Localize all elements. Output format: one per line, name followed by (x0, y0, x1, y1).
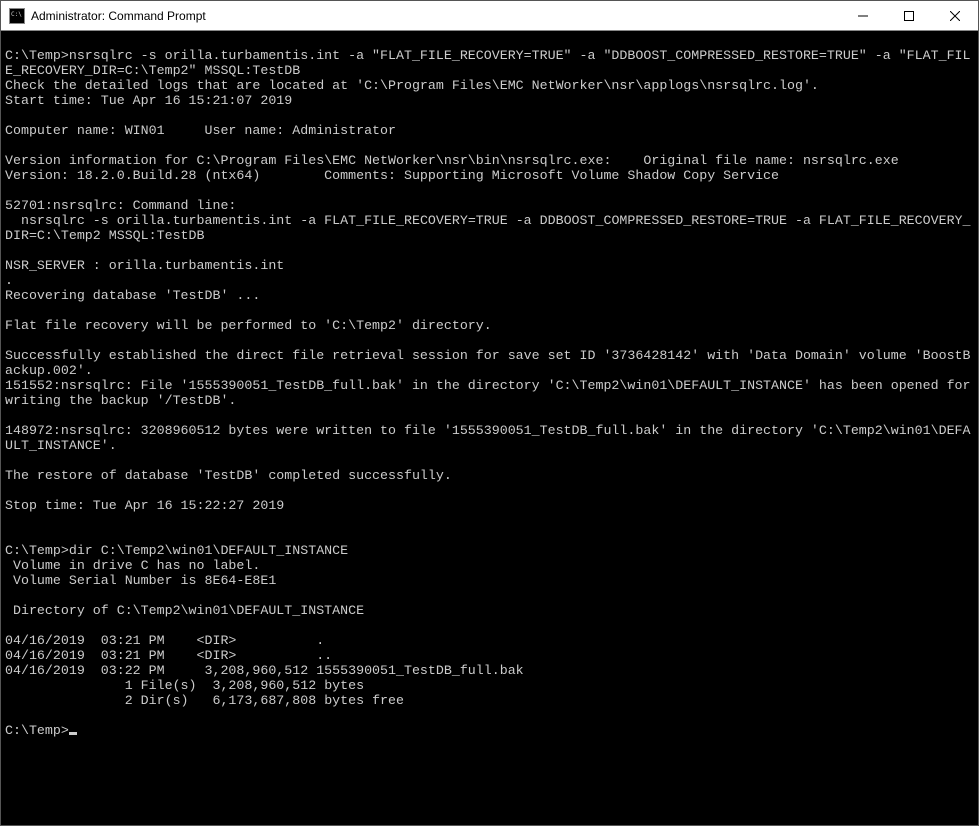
command-prompt-window: C:\ Administrator: Command Prompt C:\Tem… (0, 0, 979, 826)
cmd-icon: C:\ (9, 8, 25, 24)
terminal-text: C:\Temp>nsrsqlrc -s orilla.turbamentis.i… (5, 48, 978, 738)
terminal-output[interactable]: C:\Temp>nsrsqlrc -s orilla.turbamentis.i… (1, 31, 978, 825)
window-title: Administrator: Command Prompt (31, 9, 840, 23)
cursor (69, 732, 77, 735)
minimize-button[interactable] (840, 1, 886, 30)
svg-text:C:\: C:\ (11, 11, 22, 18)
maximize-button[interactable] (886, 1, 932, 30)
window-controls (840, 1, 978, 30)
close-button[interactable] (932, 1, 978, 30)
titlebar[interactable]: C:\ Administrator: Command Prompt (1, 1, 978, 31)
